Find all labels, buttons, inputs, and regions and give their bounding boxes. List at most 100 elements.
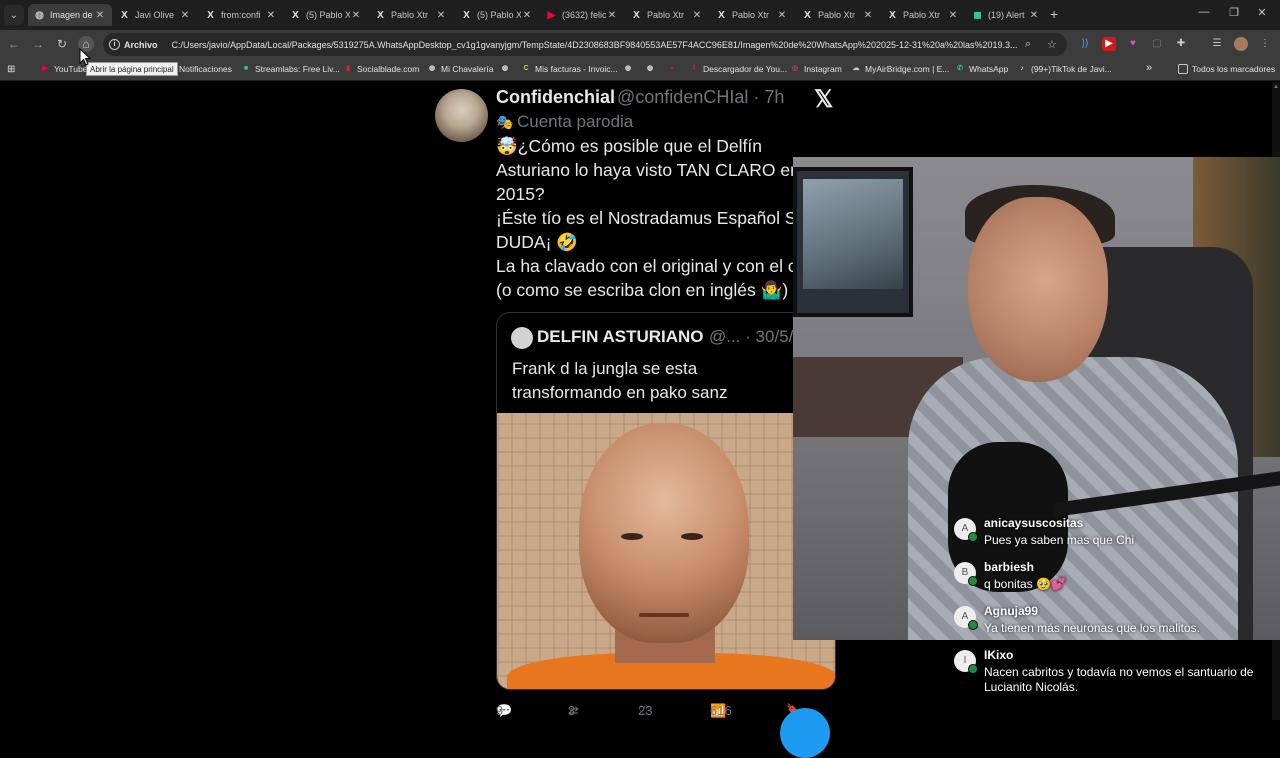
tab-title: Pablo Xtr xyxy=(391,10,429,20)
invoice-icon: C xyxy=(523,65,529,72)
quoted-photo xyxy=(497,413,835,689)
bookmark-item[interactable]: ♪ (99+)TikTok de Javi... xyxy=(1017,64,1111,74)
bookmark-item[interactable]: ● xyxy=(667,64,681,74)
browser-tab[interactable]: X Pablo Xtr ✕ xyxy=(710,4,794,26)
bookmark-item[interactable]: ◍ xyxy=(623,64,637,74)
tweet-text-line: DUDA¡ 🤣 xyxy=(496,232,579,252)
parody-mask-icon: 🎭 xyxy=(496,114,514,130)
close-tab-icon[interactable]: ✕ xyxy=(435,10,447,21)
all-bookmarks-label: Todos los marcadores xyxy=(1192,64,1276,74)
cloud-icon: ☁ xyxy=(852,65,860,72)
apps-grid-icon: ⊞ xyxy=(7,64,16,75)
globe-icon: ◍ xyxy=(624,65,632,72)
close-tab-icon[interactable]: ✕ xyxy=(1028,10,1040,21)
bookmark-item[interactable]: ◎ Instagram xyxy=(790,64,842,74)
close-tab-icon[interactable]: ✕ xyxy=(691,10,703,21)
globe-icon: ◍ xyxy=(428,65,436,72)
site-info-chip[interactable]: i Archivo xyxy=(109,39,158,50)
scroll-up-icon[interactable]: ▲ xyxy=(1273,84,1279,90)
bookmark-item[interactable]: ⬇ Descargador de You... xyxy=(689,64,787,74)
browser-tab[interactable]: Xfrom:confi ✕ xyxy=(199,4,283,26)
tweet-text-line: La ha clavado con el original y con el c… xyxy=(496,256,820,276)
close-tab-icon[interactable]: ✕ xyxy=(776,10,788,21)
youtube-icon: ▶ xyxy=(547,9,556,21)
zoom-icon[interactable]: ⌕ xyxy=(1025,38,1031,51)
tab-title: Pablo Xtr xyxy=(732,10,770,20)
bookmark-label: Mis facturas - Invoic... xyxy=(535,64,618,74)
menu-kebab-icon[interactable]: ⋮ xyxy=(1258,37,1272,51)
browser-tab[interactable]: X Javi Olive ✕ xyxy=(113,4,197,26)
site-info-label: Archivo xyxy=(124,39,158,50)
bookmark-item[interactable]: ■ Streamlabs: Free Liv... xyxy=(241,64,340,74)
url-text[interactable]: C:/Users/javio/AppData/Local/Packages/53… xyxy=(172,40,1022,50)
bookmark-item[interactable]: ☁ MyAirBridge.com | E... xyxy=(851,64,950,74)
extensions-puzzle-icon[interactable]: ✚ xyxy=(1174,37,1188,51)
reload-button[interactable]: ↻ xyxy=(54,36,70,52)
browser-tab[interactable]: ▶ (3632) felic ✕ xyxy=(540,4,624,26)
x-icon: X xyxy=(718,9,725,21)
close-tab-icon[interactable]: ✕ xyxy=(179,10,191,21)
bookmark-star-icon[interactable]: ☆ xyxy=(1047,38,1057,51)
parody-label: Cuenta parodia xyxy=(517,112,634,131)
chat-username: barbiesh xyxy=(984,560,1035,574)
bookmark-item[interactable]: ◍ xyxy=(500,64,514,74)
close-tab-icon[interactable]: ✕ xyxy=(350,10,362,21)
close-window-button[interactable]: ✕ xyxy=(1252,6,1272,19)
close-tab-icon[interactable]: ✕ xyxy=(606,10,618,21)
globe-icon: ◍ xyxy=(501,65,509,72)
browser-tab[interactable]: ◍ Imagen de ✕ xyxy=(28,4,112,26)
bookmark-label: Descargador de You... xyxy=(703,64,788,74)
bookmark-item[interactable]: ◍ Mi Chavalería xyxy=(427,64,494,74)
more-bookmarks-button[interactable]: » xyxy=(1146,62,1152,74)
quoted-author-name: DELFIN ASTURIANO xyxy=(537,327,704,346)
x-icon: X xyxy=(463,9,470,21)
browser-tab[interactable]: X Pablo Xtr ✕ xyxy=(796,4,880,26)
back-button[interactable]: ← xyxy=(6,36,22,52)
tab-title: (19) Alert xyxy=(988,10,1025,20)
browser-tab[interactable]: X (5) Pablo X ✕ xyxy=(455,4,539,26)
browser-tab[interactable]: X Pablo Xtr ✕ xyxy=(625,4,709,26)
platform-badge-icon xyxy=(968,620,978,630)
close-tab-icon[interactable]: ✕ xyxy=(521,10,533,21)
minimize-button[interactable]: — xyxy=(1194,6,1214,18)
bookmark-item[interactable]: ◍ xyxy=(645,64,659,74)
close-tab-icon[interactable]: ✕ xyxy=(94,10,106,21)
browser-toolbar: ← → ↻ ⌂ i Archivo C:/Users/javio/AppData… xyxy=(0,30,1280,59)
address-bar[interactable]: i Archivo C:/Users/javio/AppData/Local/P… xyxy=(103,33,1067,56)
bookmark-item[interactable]: C Mis facturas - Invoic... xyxy=(521,64,618,74)
bookmark-item[interactable]: ✆ WhatsApp xyxy=(955,64,1008,74)
extension-youtube-icon[interactable]: ▶ xyxy=(1102,37,1116,51)
chat-text: Nacen cabritos y todavía no vemos el san… xyxy=(984,665,1254,694)
background-monitor xyxy=(793,167,913,317)
close-tab-icon[interactable]: ✕ xyxy=(947,10,959,21)
tab-groups-icon[interactable]: ☰ xyxy=(1210,37,1224,51)
apps-button[interactable]: ⊞ xyxy=(7,64,15,75)
extension-wave-icon[interactable]: )) xyxy=(1078,37,1092,51)
all-bookmarks-button[interactable]: Todos los marcadores xyxy=(1178,64,1275,74)
forward-button[interactable]: → xyxy=(30,36,46,52)
bookmark-label: MyAirBridge.com | E... xyxy=(865,64,950,74)
whatsapp-icon: ✆ xyxy=(957,65,963,72)
views-count: 616 xyxy=(710,703,732,718)
profile-avatar[interactable] xyxy=(1234,37,1248,51)
chevron-down-icon: ⌄ xyxy=(9,9,19,21)
streamer-face xyxy=(968,197,1108,382)
tab-search-button[interactable]: ⌄ xyxy=(4,5,24,25)
restore-button[interactable]: ❐ xyxy=(1224,6,1244,19)
browser-tab[interactable]: ◼ (19) Alert ✕ xyxy=(966,4,1046,26)
browser-tab[interactable]: X (5) Pablo X ✕ xyxy=(284,4,368,26)
instagram-icon: ◎ xyxy=(791,65,799,72)
close-tab-icon[interactable]: ✕ xyxy=(265,10,277,21)
extension-generic-icon[interactable]: ▢ xyxy=(1150,37,1164,51)
bookmark-item[interactable]: ▮ Socialblade.com xyxy=(343,64,419,74)
browser-tab[interactable]: X Pablo Xtr ✕ xyxy=(369,4,453,26)
new-tab-button[interactable]: + xyxy=(1050,6,1058,22)
browser-tab[interactable]: X Pablo Xtr ✕ xyxy=(881,4,965,26)
extension-heart-icon[interactable]: ♥ xyxy=(1126,37,1140,51)
bald-head xyxy=(579,423,749,643)
author-handle: @confidenCHIal · 7h xyxy=(617,87,785,107)
bookmark-label: Socialblade.com xyxy=(357,64,420,74)
chat-username: anicaysuscositas xyxy=(984,516,1084,530)
close-tab-icon[interactable]: ✕ xyxy=(862,10,874,21)
globe-icon: ◍ xyxy=(35,9,44,21)
